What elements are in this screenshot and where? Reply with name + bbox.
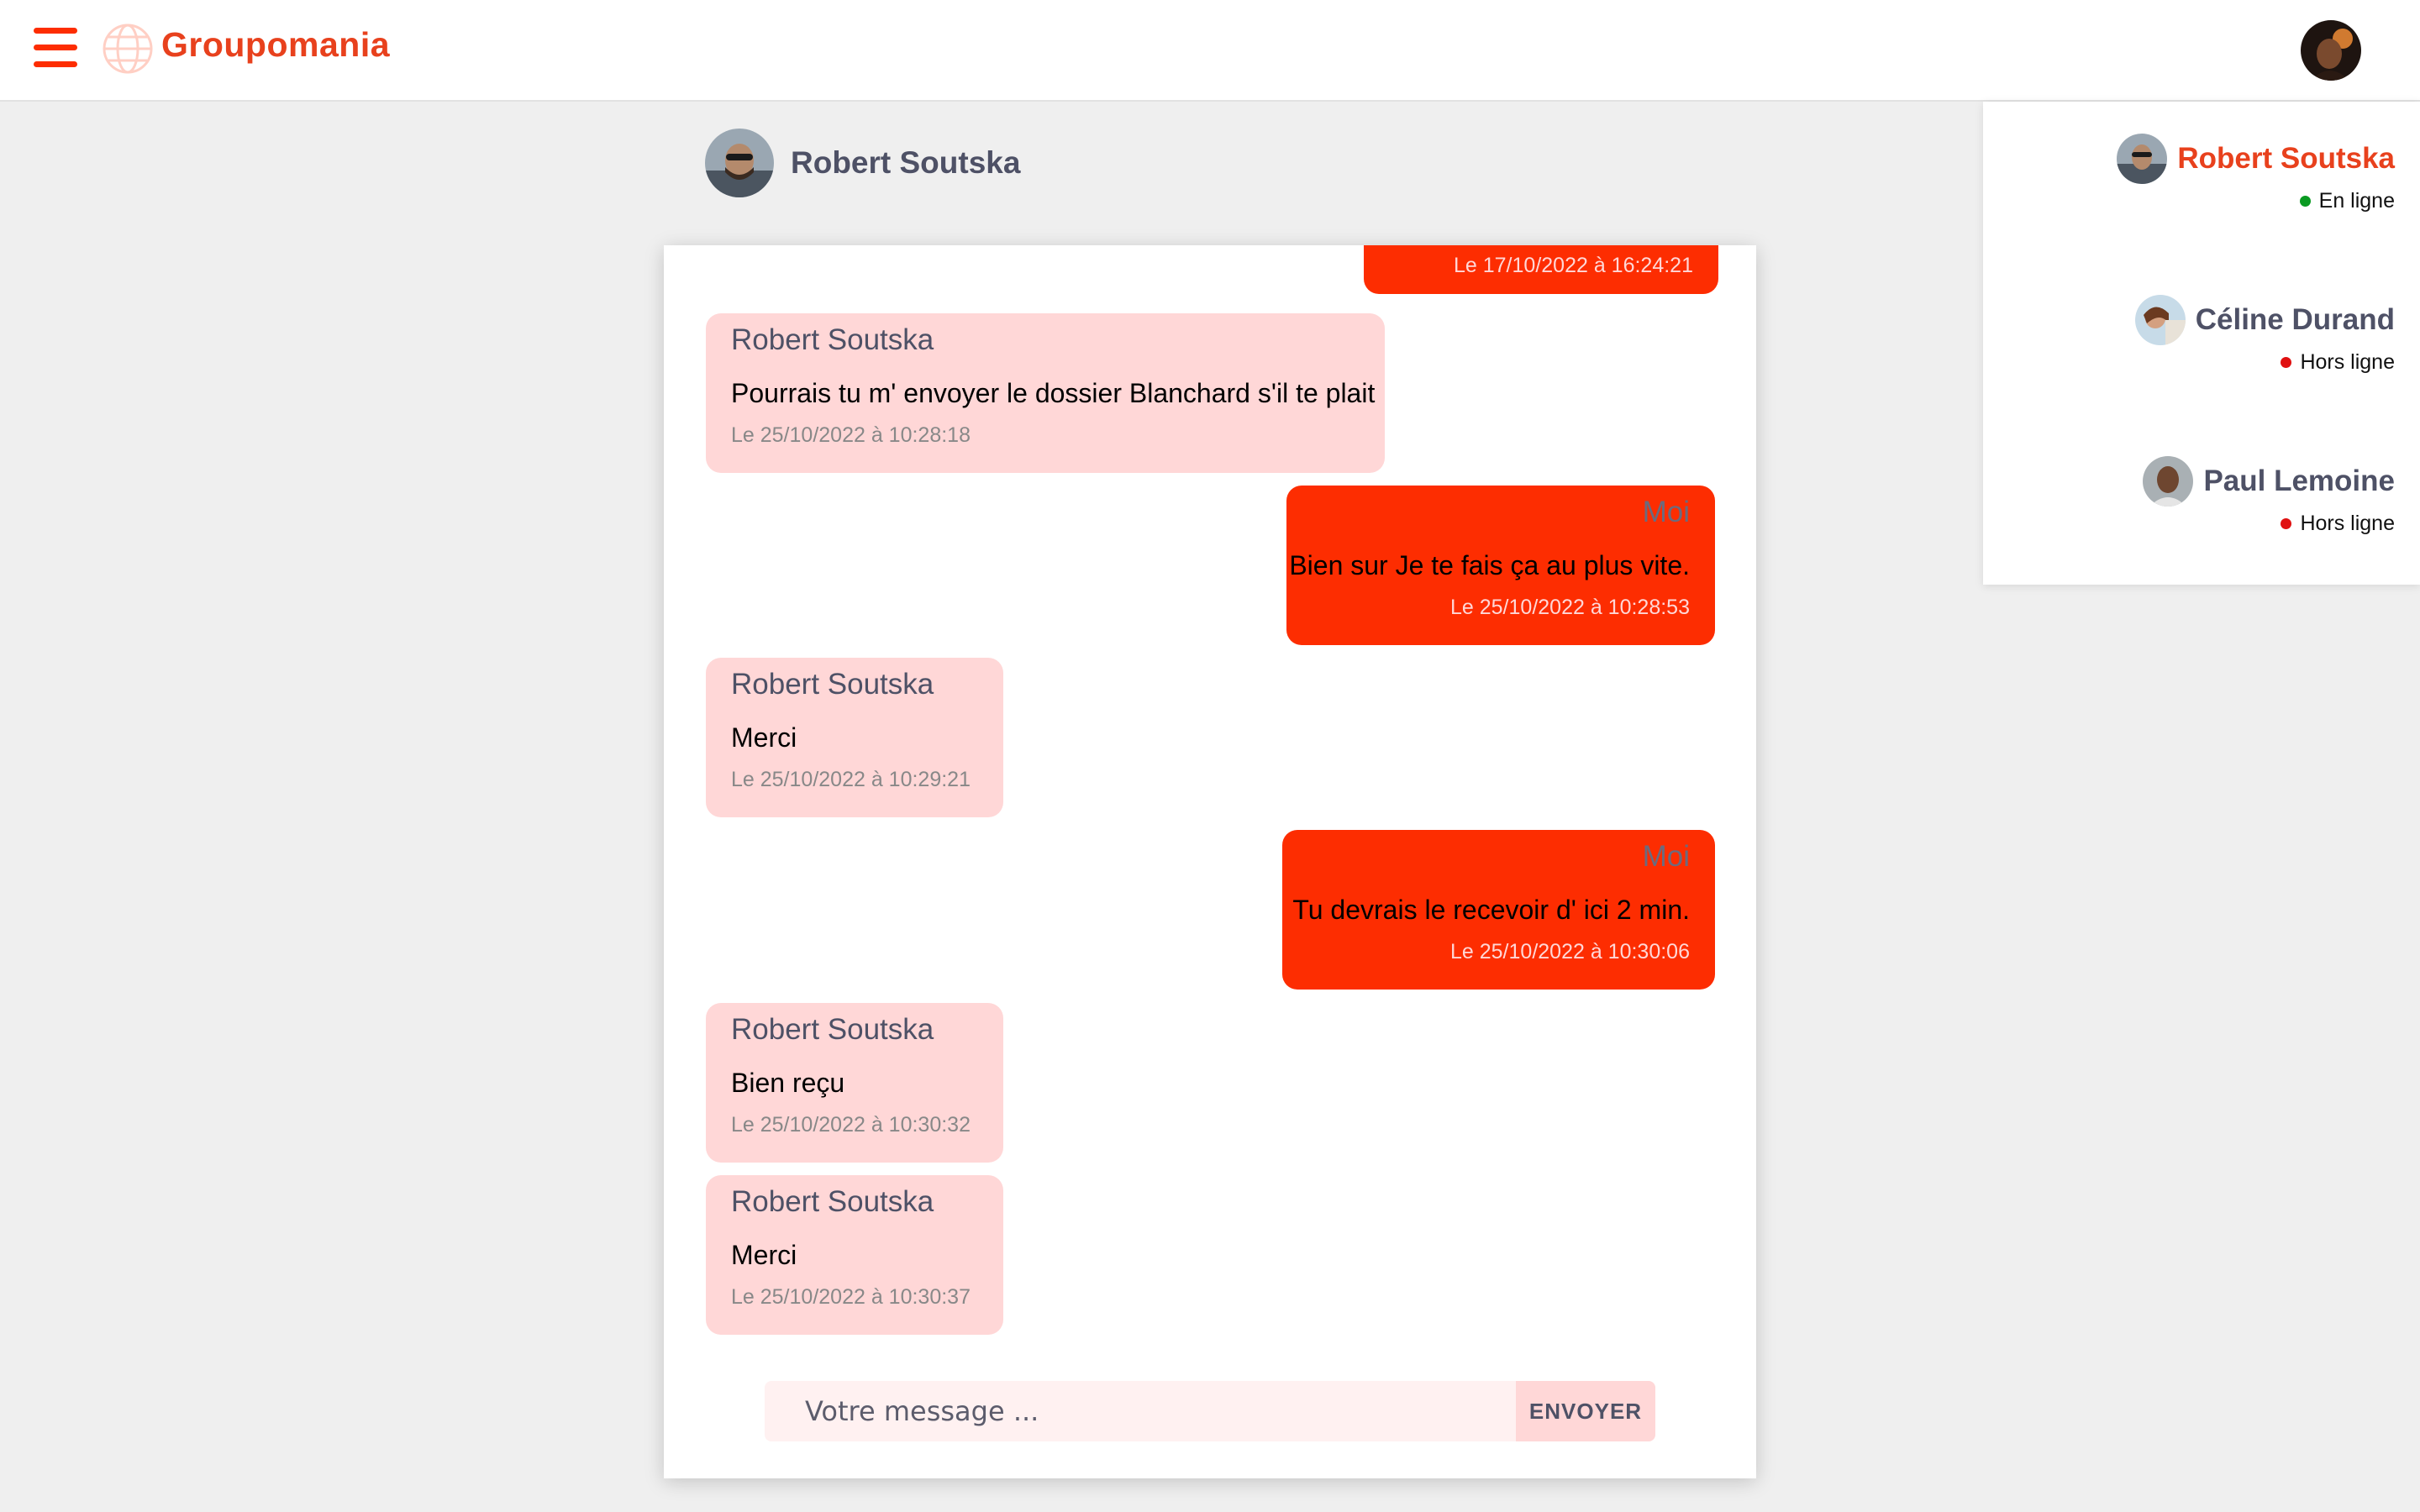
message-author: Robert Soutska	[731, 1013, 934, 1046]
message-text: Bien reçu	[731, 1068, 845, 1098]
conversation-header: Robert Soutska	[705, 128, 1020, 198]
message-text: Merci	[731, 1240, 797, 1270]
message-date: Le 25/10/2022 à 10:28:53	[1450, 596, 1690, 619]
contact-avatar	[2143, 456, 2194, 507]
message-text: Merci	[731, 722, 797, 753]
message-list[interactable]: Le 17/10/2022 à 16:24:21 Robert Soutska …	[664, 245, 1756, 1362]
contact-name: Paul Lemoine	[2203, 465, 2395, 497]
conversation-title: Robert Soutska	[791, 145, 1021, 180]
contact-avatar	[2117, 134, 2168, 184]
message-bubble-received: Robert Soutska Bien reçu Le 25/10/2022 à…	[706, 1003, 1003, 1163]
message-text: Pourrais tu m' envoyer le dossier Blanch…	[731, 378, 1376, 408]
contact-name: Céline Durand	[2195, 303, 2395, 336]
message-text: Tu devrais le recevoir d' ici 2 min.	[1292, 895, 1690, 925]
message-date: Le 25/10/2022 à 10:28:18	[731, 423, 971, 447]
conversation-avatar	[705, 129, 774, 197]
message-text: Bien sur Je te fais ça au plus vite.	[1289, 550, 1690, 580]
globe-icon	[103, 24, 153, 74]
chat-panel: Le 17/10/2022 à 16:24:21 Robert Soutska …	[664, 245, 1756, 1478]
message-author: Robert Soutska	[731, 323, 934, 356]
send-button[interactable]: ENVOYER	[1516, 1381, 1655, 1441]
contact-avatar	[2134, 295, 2186, 345]
message-author: Moi	[1642, 840, 1690, 873]
message-bubble-sent: Moi Tu devrais le recevoir d' ici 2 min.…	[1282, 830, 1715, 990]
message-date: Le 25/10/2022 à 10:30:32	[731, 1113, 971, 1137]
message-author: Moi	[1642, 496, 1690, 528]
message-date: Le 25/10/2022 à 10:30:37	[731, 1285, 971, 1309]
online-status-dot	[2299, 196, 2311, 207]
contact-status-text: Hors ligne	[2300, 350, 2395, 374]
contact-name: Robert Soutska	[2177, 142, 2395, 175]
message-author: Robert Soutska	[731, 1185, 934, 1218]
message-date: Le 17/10/2022 à 16:24:21	[1454, 254, 1693, 277]
contact-status: Hors ligne	[2135, 350, 2395, 375]
message-composer: ENVOYER	[765, 1381, 1655, 1441]
contact-item[interactable]: Céline Durand Hors ligne	[2134, 295, 2395, 375]
contact-status-text: En ligne	[2318, 189, 2395, 213]
top-navbar: Groupomania	[0, 0, 2420, 102]
message-author: Robert Soutska	[731, 668, 934, 701]
contact-item[interactable]: Robert Soutska En ligne	[2117, 134, 2395, 213]
contact-item[interactable]: Paul Lemoine Hors ligne	[2143, 456, 2395, 536]
user-avatar[interactable]	[2301, 20, 2361, 81]
brand-name[interactable]: Groupomania	[161, 25, 390, 65]
contacts-panel: Robert Soutska En ligne Céline Durand Ho…	[1983, 102, 2420, 585]
message-date: Le 25/10/2022 à 10:30:06	[1450, 940, 1690, 963]
message-bubble-received: Robert Soutska Pourrais tu m' envoyer le…	[706, 313, 1385, 473]
message-bubble-received: Robert Soutska Merci Le 25/10/2022 à 10:…	[706, 1175, 1003, 1335]
message-input[interactable]	[765, 1381, 1516, 1441]
contact-status: Hors ligne	[2143, 512, 2395, 536]
offline-status-dot	[2281, 357, 2292, 368]
hamburger-menu-icon[interactable]	[34, 28, 77, 68]
message-bubble-sent: Moi Bien sur Je te fais ça au plus vite.…	[1286, 486, 1715, 645]
message-bubble-received: Robert Soutska Merci Le 25/10/2022 à 10:…	[706, 658, 1003, 817]
message-date: Le 25/10/2022 à 10:29:21	[731, 768, 971, 791]
message-bubble-sent: Le 17/10/2022 à 16:24:21	[1364, 245, 1718, 294]
offline-status-dot	[2281, 518, 2292, 529]
contact-status: En ligne	[2117, 189, 2395, 213]
contact-status-text: Hors ligne	[2300, 512, 2395, 535]
